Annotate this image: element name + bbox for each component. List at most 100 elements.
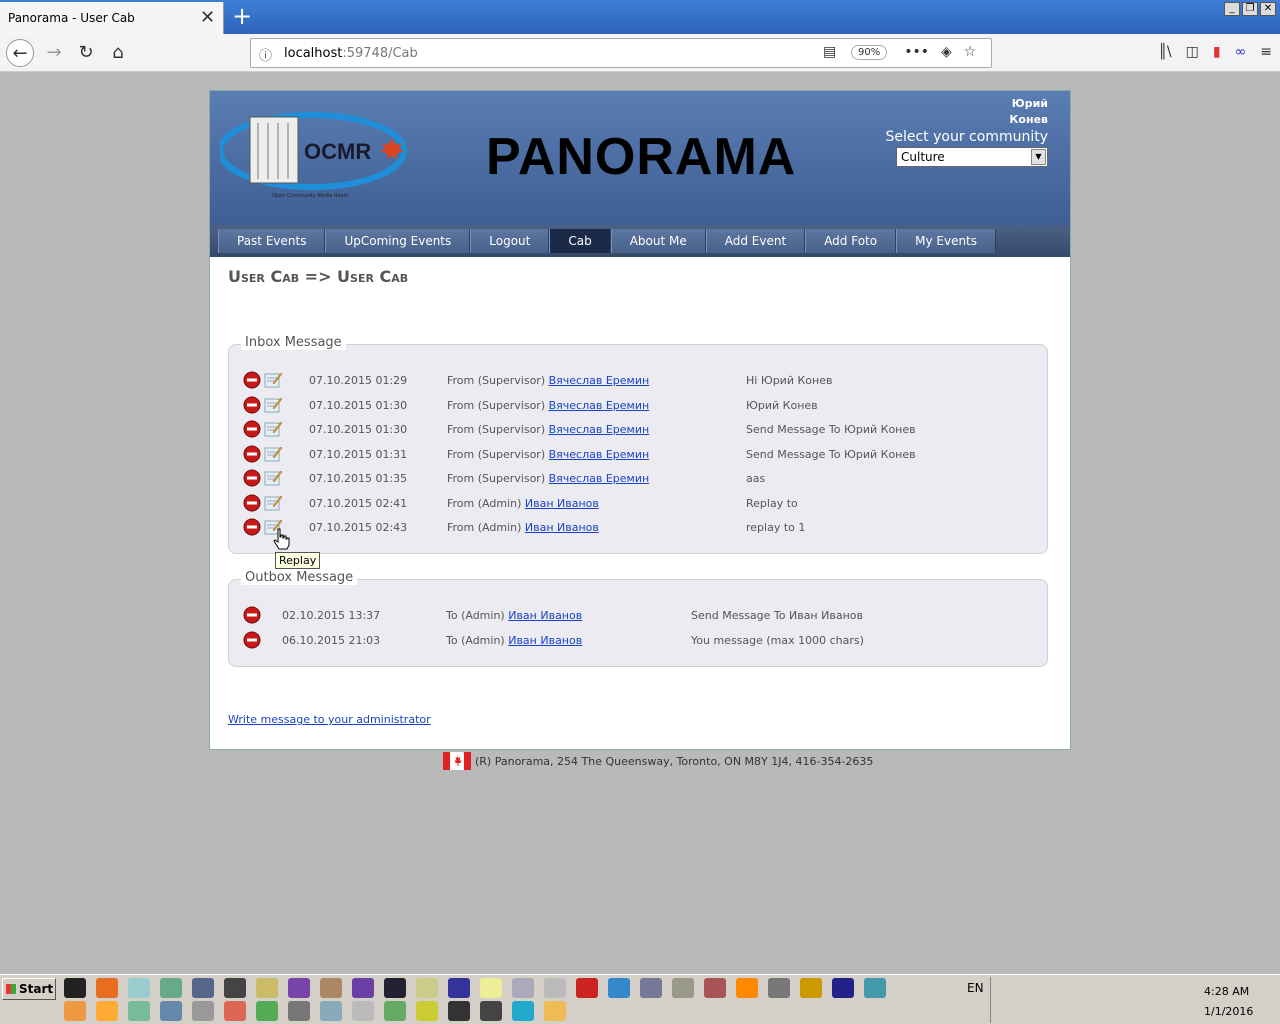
fb-icon[interactable]	[224, 978, 246, 998]
infinity-icon[interactable]	[288, 978, 310, 998]
delete-icon[interactable]	[243, 518, 261, 536]
menu-item-add-foto[interactable]: Add Foto	[805, 229, 897, 253]
app-row2-12-icon[interactable]	[416, 1001, 438, 1021]
address-bar[interactable]: ⓘ localhost:59748/Cab ▤ ••• ◈ ☆ 90%	[250, 38, 992, 68]
vlc-icon[interactable]	[736, 978, 758, 998]
chart-icon[interactable]	[864, 978, 886, 998]
reader-view-icon[interactable]: ▤	[823, 44, 836, 60]
menu-item-past-events[interactable]: Past Events	[218, 229, 326, 253]
reload-button[interactable]: ↻	[72, 39, 100, 67]
delete-icon[interactable]	[243, 371, 261, 389]
library-icon[interactable]: ║\	[1158, 44, 1171, 60]
back-button[interactable]: ←	[6, 39, 34, 67]
gear-tool-icon[interactable]	[320, 978, 342, 998]
inbox-sender-link[interactable]: Вячеслав Еремин	[549, 423, 650, 436]
notes-icon[interactable]	[480, 978, 502, 998]
close-window-button[interactable]: ✕	[1260, 2, 1276, 16]
write-admin-link[interactable]: Write message to your administrator	[228, 713, 431, 726]
app-row2-1-icon[interactable]	[64, 1001, 86, 1021]
network-icon[interactable]	[640, 978, 662, 998]
app-row2-7-icon[interactable]	[256, 1001, 278, 1021]
app-row2-11-icon[interactable]	[384, 1001, 406, 1021]
app-row2-8-icon[interactable]	[288, 1001, 310, 1021]
reply-icon[interactable]	[263, 395, 283, 414]
extension-icon[interactable]: ▮	[1213, 44, 1221, 60]
delete-icon[interactable]	[243, 631, 261, 649]
language-indicator[interactable]: EN	[967, 981, 984, 995]
inbox-sender-link[interactable]: Вячеслав Еремин	[549, 374, 650, 387]
close-tab-icon[interactable]: ✕	[200, 7, 215, 28]
hamburger-menu-icon[interactable]: ≡	[1260, 44, 1272, 60]
new-tab-button[interactable]: +	[230, 2, 254, 30]
cmd-icon[interactable]	[64, 978, 86, 998]
pocket-icon[interactable]: ◈	[941, 44, 952, 60]
extension-2-icon[interactable]: ∞	[1235, 44, 1247, 60]
filezilla-icon[interactable]	[576, 978, 598, 998]
device-icon[interactable]	[768, 978, 790, 998]
window-icon[interactable]	[544, 978, 566, 998]
app-icon[interactable]	[160, 978, 182, 998]
reply-icon[interactable]	[263, 468, 283, 487]
menu-item-cab[interactable]: Cab	[549, 229, 611, 253]
home-button[interactable]: ⌂	[104, 39, 132, 67]
notepad-icon[interactable]	[128, 978, 150, 998]
forward-button[interactable]: →	[40, 39, 68, 67]
delete-icon[interactable]	[243, 396, 261, 414]
lock-icon[interactable]	[480, 1001, 502, 1021]
reply-icon[interactable]	[263, 493, 283, 512]
community-select[interactable]: Culture ▼	[896, 147, 1048, 167]
bookmark-star-icon[interactable]: ☆	[964, 44, 977, 60]
app-row2-3-icon[interactable]	[128, 1001, 150, 1021]
app-row2-5-icon[interactable]	[192, 1001, 214, 1021]
reply-icon[interactable]	[263, 370, 283, 389]
inbox-sender-link[interactable]: Вячеслав Еремин	[549, 448, 650, 461]
menu-item-upcoming-events[interactable]: UpComing Events	[325, 229, 471, 253]
app-row2-4-icon[interactable]	[160, 1001, 182, 1021]
app-row2-13-icon[interactable]	[448, 1001, 470, 1021]
delete-icon[interactable]	[243, 469, 261, 487]
inbox-sender-link[interactable]: Иван Иванов	[525, 521, 599, 534]
reply-icon[interactable]	[263, 444, 283, 463]
eclipse-icon[interactable]	[832, 978, 854, 998]
delete-icon[interactable]	[243, 420, 261, 438]
outbox-recipient-link[interactable]: Иван Иванов	[508, 609, 582, 622]
headphones-icon[interactable]	[800, 978, 822, 998]
site-info-icon[interactable]: ⓘ	[259, 45, 272, 64]
globe-icon[interactable]	[608, 978, 630, 998]
delete-icon[interactable]	[243, 494, 261, 512]
inbox-sender-link[interactable]: Вячеслав Еремин	[549, 472, 650, 485]
inbox-sender-link[interactable]: Вячеслав Еремин	[549, 399, 650, 412]
browser-tab[interactable]: Panorama - User Cab ✕	[0, 2, 224, 34]
outbox-recipient-link[interactable]: Иван Иванов	[508, 634, 582, 647]
media-icon[interactable]	[704, 978, 726, 998]
pen-icon[interactable]	[416, 978, 438, 998]
folder-icon[interactable]	[544, 1001, 566, 1021]
blender-icon[interactable]	[96, 1001, 118, 1021]
visual-studio-icon[interactable]	[352, 978, 374, 998]
paint-icon[interactable]	[256, 978, 278, 998]
menu-item-logout[interactable]: Logout	[470, 229, 550, 253]
inbox-sender-link[interactable]: Иван Иванов	[525, 497, 599, 510]
save-icon[interactable]	[448, 978, 470, 998]
sidebar-icon[interactable]: ◫	[1186, 44, 1199, 60]
zoom-badge[interactable]: 90%	[851, 45, 888, 60]
calendar-icon[interactable]	[672, 978, 694, 998]
firefox-icon[interactable]	[96, 978, 118, 998]
app-row2-6-icon[interactable]	[224, 1001, 246, 1021]
menu-item-my-events[interactable]: My Events	[896, 229, 997, 253]
app-row2-10-icon[interactable]	[352, 1001, 374, 1021]
menu-item-add-event[interactable]: Add Event	[705, 229, 806, 253]
menu-item-about-me[interactable]: About Me	[610, 229, 706, 253]
tool-icon[interactable]	[192, 978, 214, 998]
disc-icon[interactable]	[512, 978, 534, 998]
terminal-icon[interactable]	[384, 978, 406, 998]
reply-icon[interactable]	[263, 419, 283, 438]
start-button[interactable]: Start	[2, 978, 56, 1000]
app-row2-15-icon[interactable]	[512, 1001, 534, 1021]
chevron-down-icon[interactable]: ▼	[1031, 149, 1046, 165]
delete-icon[interactable]	[243, 445, 261, 463]
page-actions-icon[interactable]: •••	[904, 44, 929, 60]
minimize-button[interactable]: _	[1224, 2, 1240, 16]
app-row2-9-icon[interactable]	[320, 1001, 342, 1021]
delete-icon[interactable]	[243, 606, 261, 624]
